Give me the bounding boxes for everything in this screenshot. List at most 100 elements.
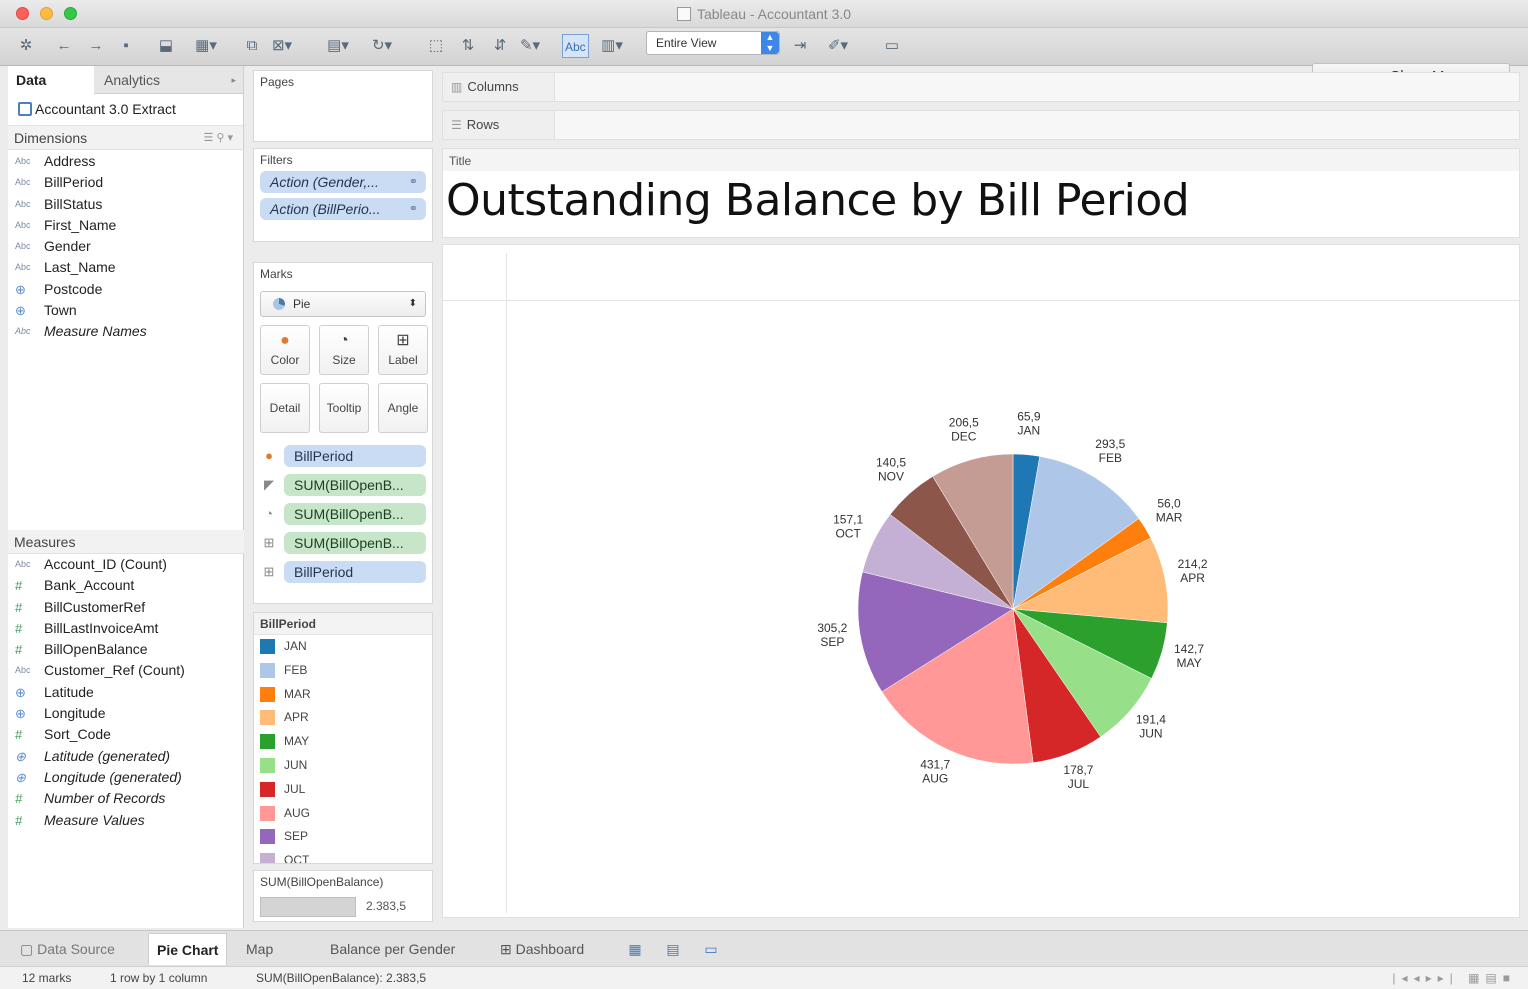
- new-datasource-icon[interactable]: ⬓: [154, 34, 178, 58]
- legend-item[interactable]: SEP: [254, 825, 432, 849]
- fix-axes-icon[interactable]: ▥▾: [600, 34, 624, 58]
- filters-card[interactable]: Filters Action (Gender,... ⚭ Action (Bill…: [253, 148, 433, 242]
- title-card[interactable]: Title Outstanding Balance by Bill Period: [442, 148, 1520, 238]
- field-item[interactable]: # Number of Records: [8, 788, 244, 809]
- color-button[interactable]: ● Color: [260, 325, 310, 375]
- datasource-item[interactable]: Accountant 3.0 Extract: [8, 94, 243, 126]
- legend-item[interactable]: JUN: [254, 754, 432, 778]
- field-item[interactable]: ⊕ Town: [8, 300, 243, 321]
- mark-field-pill[interactable]: SUM(BillOpenB...: [284, 474, 426, 496]
- color-legend: BillPeriod JAN FEB MAR APR MAY JUN JUL AUG SEP OC…: [253, 612, 433, 864]
- field-item[interactable]: ⊕ Latitude (generated): [8, 746, 244, 767]
- field-item[interactable]: ⊕ Latitude: [8, 682, 244, 703]
- datasource-name: Accountant 3.0 Extract: [35, 101, 176, 117]
- new-worksheet-tab-icon[interactable]: ▦: [624, 939, 646, 959]
- search-icon[interactable]: ☰ ⚲ ▾: [203, 126, 233, 150]
- sheet-tabs: ▢ Data Source Pie Chart Map Balance per …: [0, 930, 1528, 966]
- field-item[interactable]: ⊕ Longitude: [8, 703, 244, 724]
- field-item[interactable]: # BillOpenBalance: [8, 639, 244, 660]
- field-item[interactable]: Abc First_Name: [8, 215, 243, 236]
- new-worksheet-icon[interactable]: ▦▾: [194, 34, 218, 58]
- tableau-logo-icon[interactable]: ✲: [14, 34, 38, 58]
- pages-card[interactable]: Pages: [253, 70, 433, 142]
- legend-item[interactable]: FEB: [254, 659, 432, 683]
- tab-balance-per-gender[interactable]: Balance per Gender: [322, 933, 463, 965]
- tab-map[interactable]: Map: [238, 933, 281, 965]
- save-icon[interactable]: ▪: [114, 34, 138, 58]
- tab-pie-chart[interactable]: Pie Chart: [148, 933, 228, 965]
- field-item[interactable]: # BillCustomerRef: [8, 597, 244, 618]
- angle-button[interactable]: Angle: [378, 383, 428, 433]
- presentation-icon[interactable]: ⇥: [788, 34, 812, 58]
- sort-descending-icon[interactable]: ⇵: [488, 34, 512, 58]
- label-button[interactable]: ⊞ Label: [378, 325, 428, 375]
- legend-item[interactable]: MAY: [254, 730, 432, 754]
- slice-value-label: 157,1: [833, 513, 863, 527]
- mark-field-pill[interactable]: BillPeriod: [284, 561, 426, 583]
- sort-ascending-icon[interactable]: ⇅: [456, 34, 480, 58]
- slice-category-label: APR: [1180, 571, 1205, 585]
- legend-item[interactable]: APR: [254, 706, 432, 730]
- rows-shelf[interactable]: ☰ Rows: [442, 110, 1520, 140]
- tooltip-button[interactable]: Tooltip: [319, 383, 369, 433]
- tooltip-toggle-icon[interactable]: ▭: [880, 34, 904, 58]
- filter-pill-gender[interactable]: Action (Gender,... ⚭: [260, 171, 426, 193]
- field-item[interactable]: # BillLastInvoiceAmt: [8, 618, 244, 639]
- worksheet: ▥ Columns ☰ Rows Title Outstanding Balance…: [440, 66, 1524, 928]
- columns-shelf[interactable]: ▥ Columns: [442, 72, 1520, 102]
- columns-label-text: Columns: [467, 79, 519, 94]
- swap-icon[interactable]: ⬚: [424, 34, 448, 58]
- tab-dashboard[interactable]: ⊞ Dashboard: [492, 933, 592, 965]
- field-item[interactable]: Abc BillStatus: [8, 194, 243, 215]
- show-mark-labels-button[interactable]: Abc: [562, 34, 589, 58]
- mark-field-pill[interactable]: SUM(BillOpenB...: [284, 503, 426, 525]
- undo-icon[interactable]: ←: [52, 34, 76, 58]
- legend-item[interactable]: JUL: [254, 778, 432, 802]
- slice-value-label: 305,2: [817, 621, 847, 635]
- legend-item[interactable]: AUG: [254, 802, 432, 826]
- mark-field-row: ◔ SUM(BillOpenB...: [254, 503, 432, 530]
- field-item[interactable]: ⊕ Postcode: [8, 279, 243, 300]
- legend-item[interactable]: OCT: [254, 849, 432, 863]
- size-button[interactable]: ◔ Size: [319, 325, 369, 375]
- dashboard-icon: ⊞: [500, 941, 516, 957]
- sheet-navigation-icon[interactable]: |◂◂▸▸| ▦▤■: [1392, 971, 1516, 985]
- tab-data-source[interactable]: ▢ Data Source: [12, 933, 123, 965]
- visualization-area[interactable]: 65,9 JAN 293,5 FEB 56,0 MAR 214,2 APR 142,7 MAY 19…: [442, 244, 1520, 918]
- field-item[interactable]: Abc Account_ID (Count): [8, 554, 244, 575]
- redo-icon[interactable]: →: [84, 34, 108, 58]
- legend-item[interactable]: MAR: [254, 683, 432, 707]
- filter-pill-billperiod[interactable]: Action (BillPerio... ⚭: [260, 198, 426, 220]
- field-item[interactable]: Abc Address: [8, 151, 243, 172]
- mark-field-pill[interactable]: SUM(BillOpenB...: [284, 532, 426, 554]
- mark-type-dropdown[interactable]: Pie ⬍: [260, 291, 426, 317]
- detail-button[interactable]: Detail: [260, 383, 310, 433]
- field-item[interactable]: Abc Last_Name: [8, 257, 243, 278]
- fit-dropdown[interactable]: Entire View ▲ ▼: [646, 31, 780, 55]
- refresh-icon[interactable]: ↻▾: [370, 34, 394, 58]
- pause-updates-icon[interactable]: ▤▾: [326, 34, 350, 58]
- field-item[interactable]: Abc Gender: [8, 236, 243, 257]
- new-dashboard-tab-icon[interactable]: ▤: [662, 939, 684, 959]
- legend-item[interactable]: JAN: [254, 635, 432, 659]
- legend-swatch: [260, 639, 275, 654]
- field-item[interactable]: # Bank_Account: [8, 575, 244, 596]
- tab-analytics[interactable]: Analytics ▸: [96, 66, 244, 94]
- document-icon: [676, 7, 691, 21]
- field-item[interactable]: ⊕ Longitude (generated): [8, 767, 244, 788]
- field-item[interactable]: Abc BillPeriod: [8, 172, 243, 193]
- highlight-icon[interactable]: ✎▾: [518, 34, 542, 58]
- field-item[interactable]: # Measure Values: [8, 810, 244, 831]
- field-item[interactable]: Abc Customer_Ref (Count): [8, 660, 244, 681]
- tab-data[interactable]: Data: [8, 66, 94, 94]
- slice-value-label: 140,5: [876, 456, 906, 470]
- duplicate-sheet-icon[interactable]: ⧉: [240, 34, 264, 58]
- field-item[interactable]: # Sort_Code: [8, 724, 244, 745]
- slice-category-label: MAR: [1156, 510, 1183, 524]
- pie-chart[interactable]: 65,9JAN 293,5FEB 56,0MAR 214,2APR 142,7MAY 19…: [443, 245, 1519, 917]
- clear-sheet-icon[interactable]: ⊠▾: [270, 34, 294, 58]
- new-story-tab-icon[interactable]: ▭: [700, 939, 722, 959]
- field-item[interactable]: Abc Measure Names: [8, 321, 243, 342]
- mark-field-pill[interactable]: BillPeriod: [284, 445, 426, 467]
- annotate-icon[interactable]: ✐▾: [826, 34, 850, 58]
